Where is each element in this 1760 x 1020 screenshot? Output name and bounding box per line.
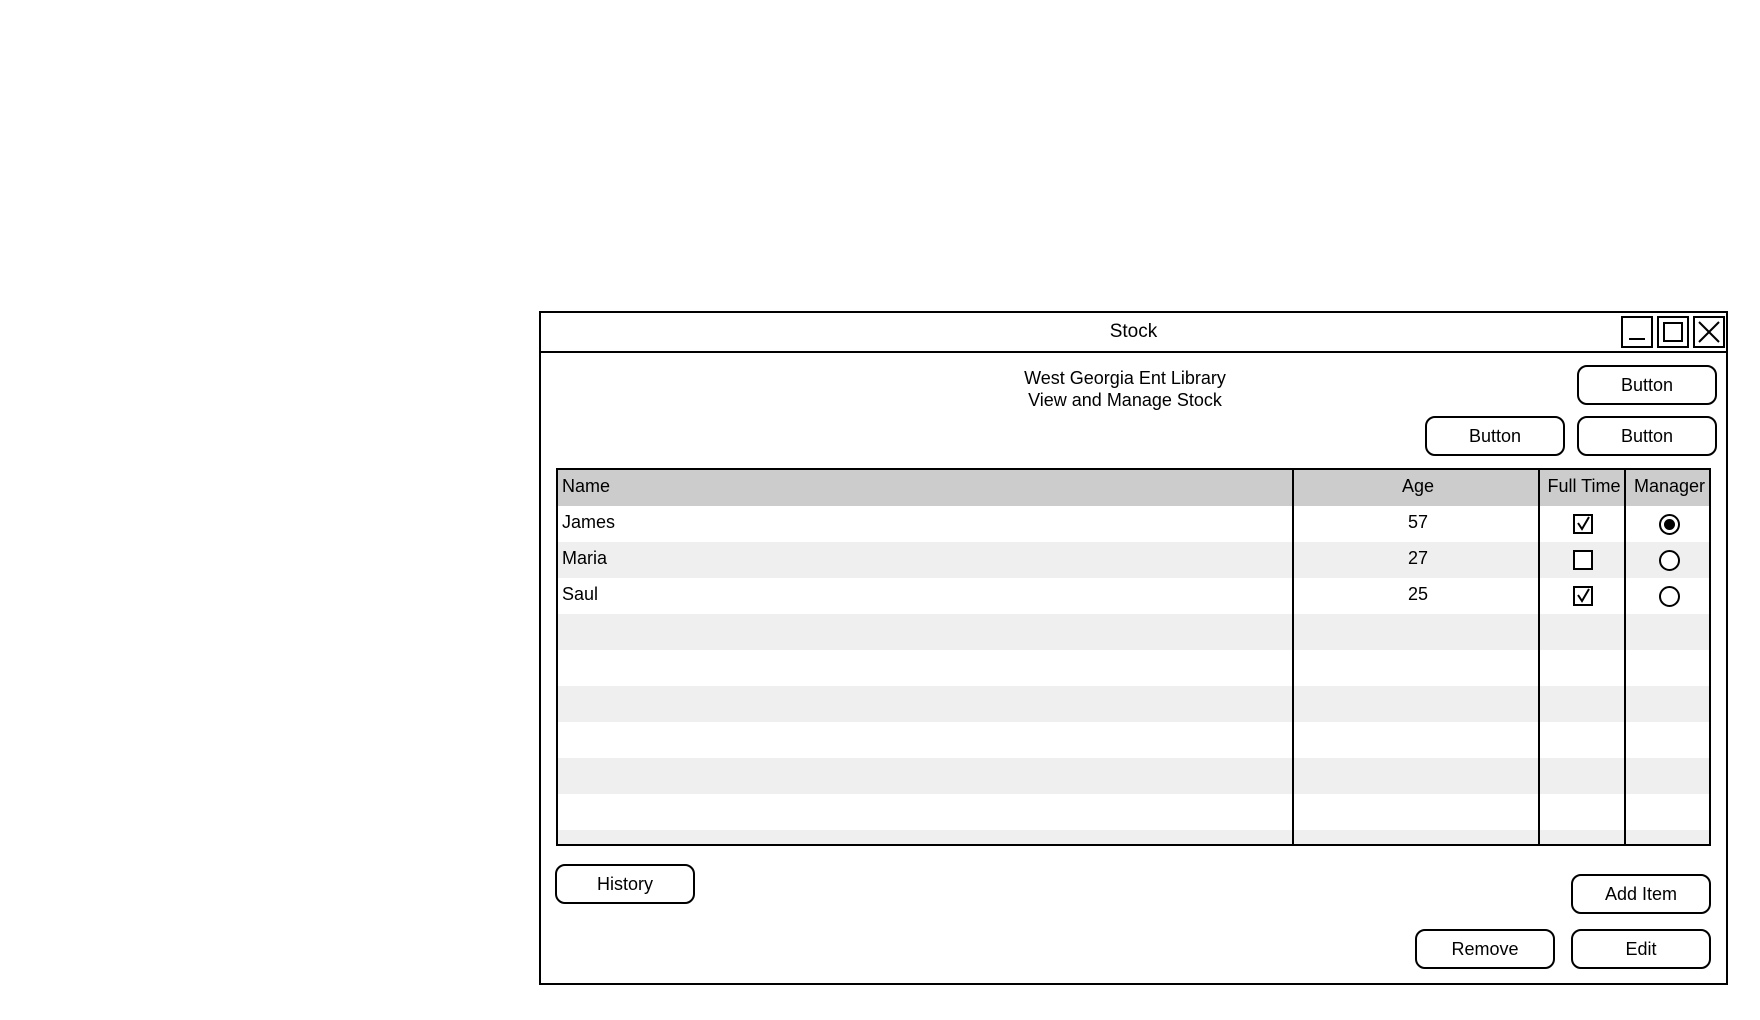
second-row-right-button[interactable]: Button [1577, 416, 1717, 456]
manager-radio[interactable] [1659, 550, 1680, 571]
cell-manager [1628, 542, 1709, 578]
top-right-button[interactable]: Button [1577, 365, 1717, 405]
full-time-checkbox[interactable] [1573, 514, 1593, 534]
column-header-full-time[interactable]: Full Time [1542, 470, 1626, 506]
manager-radio[interactable] [1659, 586, 1680, 607]
page-subtitle: View and Manage Stock [1028, 390, 1222, 410]
table-header: Name Age Full Time Manager [558, 470, 1709, 506]
full-time-checkbox[interactable] [1573, 586, 1593, 606]
cell-name: James [562, 512, 616, 532]
cell-age: 27 [1407, 548, 1429, 568]
close-icon [1698, 321, 1720, 343]
minimize-button[interactable] [1621, 316, 1653, 348]
cell-name: Maria [562, 548, 608, 568]
column-divider [1538, 470, 1540, 844]
empty-table-row[interactable] [558, 650, 1709, 686]
edit-button[interactable]: Edit [1571, 929, 1711, 969]
history-button[interactable]: History [555, 864, 695, 904]
window-title: Stock [1109, 321, 1158, 342]
column-header-name[interactable]: Name [562, 470, 1292, 506]
check-icon [1577, 516, 1590, 531]
remove-button[interactable]: Remove [1415, 929, 1555, 969]
empty-table-row[interactable] [558, 614, 1709, 650]
empty-table-row[interactable] [558, 794, 1709, 830]
column-divider [1292, 470, 1294, 844]
column-divider [1624, 470, 1626, 844]
manager-radio[interactable] [1659, 514, 1680, 535]
empty-table-row[interactable] [558, 722, 1709, 758]
cell-name: Saul [562, 584, 599, 604]
stock-table: Name Age Full Time Manager James 57 Mari… [556, 468, 1711, 846]
check-icon [1577, 588, 1590, 603]
maximize-icon [1663, 322, 1683, 342]
library-name: West Georgia Ent Library [1024, 368, 1226, 388]
minimize-icon [1629, 338, 1645, 340]
cell-full-time [1542, 578, 1626, 614]
empty-table-row[interactable] [558, 830, 1709, 844]
add-item-button[interactable]: Add Item [1571, 874, 1711, 914]
cell-age: 25 [1407, 584, 1429, 604]
radio-selected-dot [1664, 519, 1675, 530]
title-bar: Stock [541, 313, 1726, 353]
cell-age: 57 [1407, 512, 1429, 532]
table-row[interactable]: Maria 27 [558, 542, 1709, 578]
table-row[interactable]: Saul 25 [558, 578, 1709, 614]
maximize-button[interactable] [1657, 316, 1689, 348]
table-row[interactable]: James 57 [558, 506, 1709, 542]
column-header-manager[interactable]: Manager [1628, 470, 1709, 506]
cell-manager [1628, 578, 1709, 614]
full-time-checkbox[interactable] [1573, 550, 1593, 570]
column-header-age[interactable]: Age [1296, 470, 1540, 506]
cell-full-time [1542, 506, 1626, 542]
empty-table-row[interactable] [558, 686, 1709, 722]
second-row-left-button[interactable]: Button [1425, 416, 1565, 456]
cell-full-time [1542, 542, 1626, 578]
cell-manager [1628, 506, 1709, 542]
empty-table-row[interactable] [558, 758, 1709, 794]
close-button[interactable] [1693, 316, 1725, 348]
